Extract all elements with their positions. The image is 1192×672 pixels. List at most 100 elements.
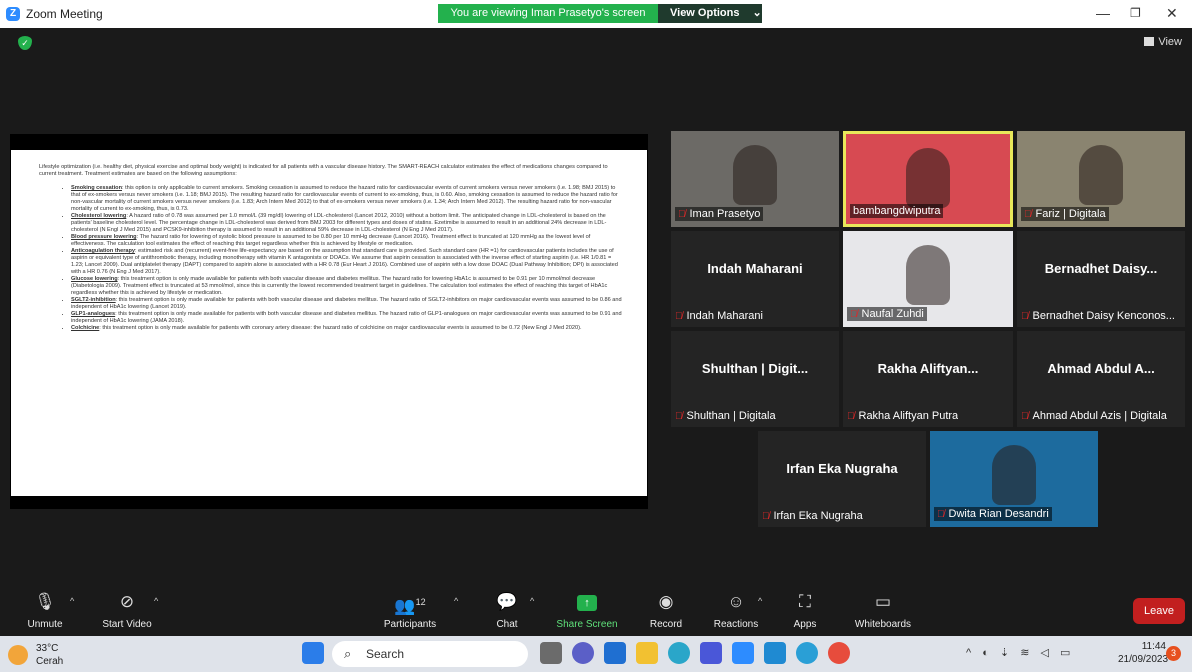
participant-tile[interactable]: Rakha Aliftyan... 🎙̸ Rakha Aliftyan Putra (843, 331, 1013, 427)
share-screen-label: Share Screen (556, 619, 618, 630)
participant-name-label: 🎙̸ Iman Prasetyo (675, 207, 764, 221)
minimize-icon[interactable]: — (1096, 5, 1110, 21)
security-shield-icon[interactable]: ✓ (18, 36, 32, 50)
participant-name-label: 🎙̸ Bernadhet Daisy Kenconos... (1021, 310, 1175, 322)
view-label: View (1158, 36, 1182, 48)
participant-label-text: Shulthan | Digitala (686, 410, 776, 422)
view-options-label: View Options (670, 7, 740, 19)
participant-name-label: bambangdwiputra (850, 204, 944, 218)
participant-display-name: Indah Maharani (707, 260, 803, 276)
chevron-down-icon: ⌄ (752, 7, 762, 19)
participant-display-name: Ahmad Abdul A... (1047, 360, 1155, 376)
smiley-plus-icon: ☺ (727, 592, 745, 611)
view-button[interactable]: View (1144, 36, 1182, 48)
unmute-button[interactable]: 🎙 Unmute (22, 588, 68, 636)
participant-name-label: 🎙̸ Naufal Zuhdi (847, 307, 927, 321)
edge-browser-icon[interactable] (668, 642, 690, 664)
muted-mic-icon: 🎙̸ (678, 209, 686, 220)
participant-display-name: Bernadhet Daisy... (1044, 260, 1158, 276)
participant-label-text: Irfan Eka Nugraha (773, 510, 863, 522)
apps-icon: ⛶ (799, 592, 811, 611)
participant-label-text: Iman Prasetyo (689, 208, 761, 220)
reactions-label: Reactions (713, 619, 759, 630)
share-screen-button[interactable]: ↑ Share Screen (554, 588, 620, 636)
participants-button[interactable]: 👥12 Participants (380, 588, 440, 636)
doc-bullet-body: : this option is only applicable to curr… (71, 185, 618, 212)
taskbar-search-box[interactable]: ⌕ Search (332, 641, 528, 667)
doc-bullet-heading: SGLT2-inhibition (71, 297, 116, 303)
participant-display-name: Rakha Aliftyan... (877, 360, 979, 376)
doc-intro: Lifestyle optimization (i.e. healthy die… (39, 164, 608, 177)
muted-mic-icon: 🎙̸ (1021, 311, 1029, 322)
chrome-icon[interactable] (828, 642, 850, 664)
start-video-label: Start Video (102, 619, 152, 630)
participant-tile[interactable]: 🎙̸ Naufal Zuhdi (843, 231, 1013, 327)
doc-bullet-body: : this treatment option is only made ava… (71, 276, 608, 296)
taskbar-clock[interactable]: 11:44 21/09/2023 (1118, 640, 1168, 666)
participant-tile[interactable]: Indah Maharani 🎙̸ Indah Maharani (671, 231, 839, 327)
notification-badge[interactable]: 3 (1166, 646, 1181, 661)
muted-mic-icon: 🎙̸ (1021, 411, 1029, 422)
participant-tile[interactable]: Shulthan | Digit... 🎙̸ Shulthan | Digitala (671, 331, 839, 427)
apps-button[interactable]: ⛶ Apps (788, 588, 822, 636)
participant-video-avatar (906, 148, 950, 208)
participant-tile[interactable]: 🎙̸ Dwita Rian Desandri (930, 431, 1098, 527)
participant-tile[interactable]: 🎙̸ Fariz | Digitala (1017, 131, 1185, 227)
doc-bullet-heading: Colchicine (71, 325, 100, 331)
doc-bullet-body: : this treatment option is only made ava… (71, 297, 622, 310)
muted-mic-icon: 🎙 (34, 592, 56, 611)
participant-name-label: 🎙̸ Irfan Eka Nugraha (762, 510, 863, 522)
weather-temperature: 33°C (36, 643, 59, 654)
participants-icon: 👥12 (394, 596, 426, 616)
doc-bullet-item: Cholesterol lowering: A hazard ratio of … (71, 213, 623, 234)
app-icon[interactable] (796, 642, 818, 664)
start-video-button[interactable]: ⊘ Start Video (98, 588, 156, 636)
store-icon[interactable] (700, 642, 722, 664)
shared-document: Lifestyle optimization (i.e. healthy die… (11, 150, 647, 496)
record-button[interactable]: ◉ Record (646, 588, 686, 636)
participants-caret-icon[interactable]: ^ (454, 596, 458, 606)
audio-options-caret-icon[interactable]: ^ (70, 596, 74, 606)
doc-bullet-item: Glucose lowering: this treatment option … (71, 276, 623, 297)
meet-chat-icon[interactable] (572, 642, 594, 664)
share-banner: You are viewing Iman Prasetyo's screen (438, 4, 658, 23)
chat-caret-icon[interactable]: ^ (530, 596, 534, 606)
vscode-icon[interactable] (764, 642, 786, 664)
reactions-caret-icon[interactable]: ^ (758, 596, 762, 606)
share-screen-icon: ↑ (554, 588, 620, 616)
participant-video-avatar (1079, 145, 1123, 205)
participant-label-text: Dwita Rian Desandri (948, 508, 1049, 520)
participant-video-avatar (733, 145, 777, 205)
reactions-button[interactable]: ☺ Reactions (710, 588, 762, 636)
close-icon[interactable]: ✕ (1166, 5, 1178, 22)
mail-icon[interactable] (604, 642, 626, 664)
apps-label: Apps (793, 619, 817, 630)
restore-icon[interactable]: ❐ (1130, 6, 1141, 20)
chat-bubble-icon: 💬 (496, 592, 518, 611)
video-off-icon: ⊘ (119, 592, 135, 611)
shared-screen[interactable]: Lifestyle optimization (i.e. healthy die… (10, 134, 648, 509)
participant-tile[interactable]: Bernadhet Daisy... 🎙̸ Bernadhet Daisy Kenc… (1017, 231, 1185, 327)
chat-button[interactable]: 💬 Chat (490, 588, 524, 636)
doc-bullet-item: Colchicine: this treatment option is onl… (71, 325, 623, 332)
muted-mic-icon: 🎙̸ (847, 411, 855, 422)
whiteboards-button[interactable]: ▭ Whiteboards (850, 588, 916, 636)
leave-button[interactable]: Leave (1133, 598, 1185, 624)
file-explorer-icon[interactable] (636, 642, 658, 664)
participant-tile[interactable]: 🎙̸ Iman Prasetyo (671, 131, 839, 227)
participant-tile[interactable]: Irfan Eka Nugraha 🎙̸ Irfan Eka Nugraha (758, 431, 926, 527)
zoom-app-icon[interactable] (732, 642, 754, 664)
participant-tile[interactable]: bambangdwiputra (843, 131, 1013, 227)
view-options-button[interactable]: View Options ⌄ (658, 4, 762, 23)
windows-start-icon[interactable] (302, 642, 324, 664)
video-options-caret-icon[interactable]: ^ (154, 596, 158, 606)
participant-tile[interactable]: Ahmad Abdul A... 🎙̸ Ahmad Abdul Azis | Dig… (1017, 331, 1185, 427)
weather-condition: Cerah (36, 656, 64, 667)
task-view-icon[interactable] (540, 642, 562, 664)
participant-video-avatar (992, 445, 1036, 505)
chat-label: Chat (496, 619, 518, 630)
system-tray[interactable]: ^ ◐ ⇣ ≋ ◁ ▭ (966, 646, 1074, 659)
doc-bullet-item: GLP1-analogues: this treatment option is… (71, 311, 623, 325)
participant-display-name: Irfan Eka Nugraha (786, 460, 898, 476)
doc-bullet-item: Anticoagulation therapy: estimated risk … (71, 248, 623, 276)
